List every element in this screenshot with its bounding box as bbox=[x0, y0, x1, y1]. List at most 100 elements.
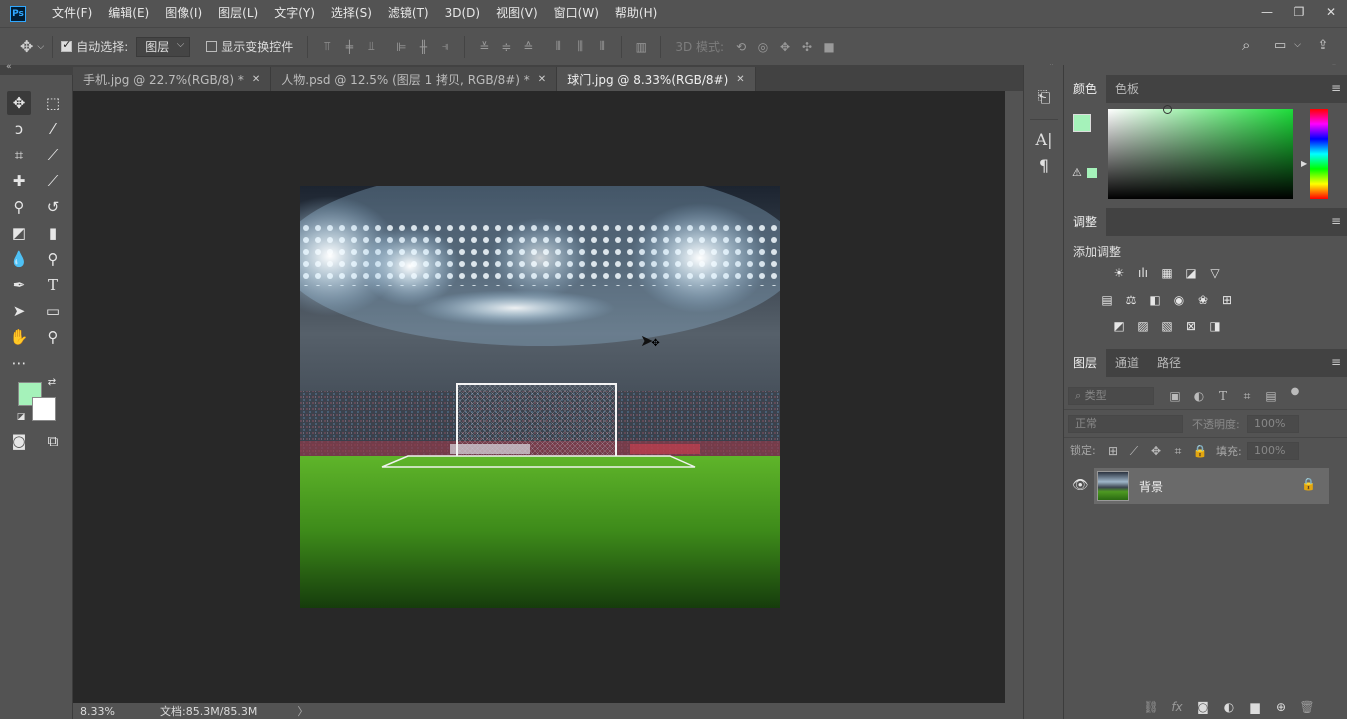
document-tab[interactable]: 手机.jpg @ 22.7%(RGB/8) * ✕ bbox=[73, 67, 272, 91]
tab-color[interactable]: 颜色 bbox=[1064, 75, 1107, 103]
screen-mode-icon[interactable]: ⧉ bbox=[41, 429, 65, 453]
dodge-tool-icon[interactable]: ⚲ bbox=[41, 247, 65, 271]
gradient-tool-icon[interactable]: ▮ bbox=[41, 221, 65, 245]
opacity-input[interactable]: 100% bbox=[1247, 415, 1299, 433]
add-mask-icon[interactable]: ◙ bbox=[1194, 699, 1212, 715]
layer-row[interactable]: 👁 背景 🔒 bbox=[1064, 468, 1347, 504]
filter-smart-object-icon[interactable]: ▤ bbox=[1262, 388, 1280, 404]
auto-select-checkbox[interactable] bbox=[61, 38, 73, 52]
menu-image[interactable]: 图像(I) bbox=[157, 0, 210, 27]
close-tab-icon[interactable]: ✕ bbox=[252, 74, 260, 85]
quick-mask-icon[interactable]: ◙ bbox=[7, 429, 31, 453]
filter-type-icon[interactable]: T bbox=[1214, 388, 1232, 404]
minimize-icon[interactable]: — bbox=[1251, 0, 1283, 24]
crop-tool-icon[interactable]: ⌗ bbox=[7, 143, 31, 167]
threshold-icon[interactable]: ▧ bbox=[1158, 318, 1176, 334]
lock-image-icon[interactable]: ⟋ bbox=[1125, 443, 1143, 459]
align-vcenter-icon[interactable]: ╪ bbox=[338, 37, 360, 57]
menu-3d[interactable]: 3D(D) bbox=[437, 0, 488, 27]
restore-icon[interactable]: ❐ bbox=[1283, 0, 1315, 24]
delete-layer-icon[interactable]: 🗑 bbox=[1298, 699, 1316, 715]
lock-all-icon[interactable]: 🔒 bbox=[1191, 443, 1209, 459]
hand-tool-icon[interactable]: ✋ bbox=[7, 325, 31, 349]
auto-select-target-dropdown[interactable]: 图层 bbox=[136, 36, 191, 57]
menu-edit[interactable]: 编辑(E) bbox=[100, 0, 157, 27]
color-lookup-icon[interactable]: ⊞ bbox=[1218, 292, 1236, 308]
pen-tool-icon[interactable]: ✒ bbox=[7, 273, 31, 297]
hue-slider[interactable] bbox=[1310, 109, 1328, 199]
levels-icon[interactable]: ılı bbox=[1134, 265, 1152, 281]
vibrance-icon[interactable]: ▽ bbox=[1206, 265, 1224, 281]
exposure-icon[interactable]: ◪ bbox=[1182, 265, 1200, 281]
menu-select[interactable]: 选择(S) bbox=[323, 0, 380, 27]
eraser-tool-icon[interactable]: ◩ bbox=[7, 221, 31, 245]
color-field[interactable] bbox=[1108, 109, 1293, 199]
layer-filter-dropdown[interactable]: ⌕ 类型 bbox=[1068, 387, 1154, 405]
tab-adjustments[interactable]: 调整 bbox=[1064, 208, 1107, 236]
tab-paths[interactable]: 路径 bbox=[1148, 349, 1190, 377]
lasso-tool-icon[interactable]: ↄ bbox=[7, 117, 31, 141]
magic-wand-tool-icon[interactable]: ⁄ bbox=[41, 117, 65, 141]
default-colors-icon[interactable]: ◪ bbox=[14, 410, 28, 424]
tab-channels[interactable]: 通道 bbox=[1106, 349, 1148, 377]
brush-tool-icon[interactable]: ⟋ bbox=[41, 169, 65, 193]
swap-colors-icon[interactable]: ⇄ bbox=[45, 375, 59, 389]
eye-icon[interactable]: 👁 bbox=[1072, 478, 1089, 493]
color-balance-icon[interactable]: ⚖ bbox=[1122, 292, 1140, 308]
blur-tool-icon[interactable]: 💧 bbox=[7, 247, 31, 271]
type-tool-icon[interactable]: T bbox=[41, 273, 65, 297]
paragraph-panel-icon[interactable]: ¶ bbox=[1032, 153, 1056, 177]
hue-saturation-icon[interactable]: ▤ bbox=[1098, 292, 1116, 308]
document-tab[interactable]: 人物.psd @ 12.5% (图层 1 拷贝, RGB/8#) * ✕ bbox=[271, 67, 558, 91]
path-selection-tool-icon[interactable]: ➤ bbox=[7, 299, 31, 323]
chevron-down-icon[interactable]: ⌵ bbox=[37, 42, 44, 52]
vertical-scrollbar[interactable] bbox=[1005, 91, 1023, 703]
document-tab-active[interactable]: 球门.jpg @ 8.33%(RGB/8#) ✕ bbox=[557, 67, 756, 91]
hue-slider-handle[interactable]: ▶ bbox=[1301, 159, 1307, 168]
search-icon[interactable]: ⌕ bbox=[1234, 36, 1258, 54]
chevron-down-icon[interactable]: ⌵ bbox=[1294, 40, 1301, 50]
history-panel-icon[interactable]: ⎗ bbox=[1032, 85, 1056, 109]
move-tool-icon[interactable]: ✥ bbox=[7, 91, 31, 115]
curves-icon[interactable]: ▦ bbox=[1158, 265, 1176, 281]
panel-menu-icon[interactable]: ≡ bbox=[1331, 214, 1341, 228]
channel-mixer-icon[interactable]: ❀ bbox=[1194, 292, 1212, 308]
menu-type[interactable]: 文字(Y) bbox=[266, 0, 323, 27]
new-layer-icon[interactable]: ⊕ bbox=[1272, 699, 1290, 715]
filter-toggle-icon[interactable]: ● bbox=[1286, 383, 1304, 399]
distribute-bottom-icon[interactable]: ≙ bbox=[517, 37, 539, 57]
status-menu-icon[interactable]: 〉 bbox=[297, 703, 308, 719]
lock-artboard-icon[interactable]: ⌗ bbox=[1169, 443, 1187, 459]
lock-position-icon[interactable]: ✥ bbox=[1147, 443, 1165, 459]
filter-adjustment-icon[interactable]: ◐ bbox=[1190, 388, 1208, 404]
clone-stamp-tool-icon[interactable]: ⚲ bbox=[7, 195, 31, 219]
gamut-swatch[interactable] bbox=[1087, 168, 1097, 178]
invert-icon[interactable]: ◩ bbox=[1110, 318, 1128, 334]
3d-video-icon[interactable]: ■ bbox=[818, 37, 840, 57]
show-transform-checkbox[interactable] bbox=[206, 41, 218, 52]
gamut-warning-icon[interactable]: ⚠ bbox=[1072, 166, 1082, 179]
layer-style-icon[interactable]: fx bbox=[1168, 699, 1186, 715]
color-picker-handle[interactable] bbox=[1163, 105, 1172, 114]
photo-filter-icon[interactable]: ◉ bbox=[1170, 292, 1188, 308]
rectangle-tool-icon[interactable]: ▭ bbox=[41, 299, 65, 323]
marquee-tool-icon[interactable]: ⬚ bbox=[41, 91, 65, 115]
distribute-top-icon[interactable]: ≚ bbox=[473, 37, 495, 57]
workspace-icon[interactable]: ▭ bbox=[1266, 38, 1294, 53]
collapse-left-icon[interactable]: « bbox=[6, 62, 12, 72]
align-left-icon[interactable]: ⊫ bbox=[390, 37, 412, 57]
gradient-map-icon[interactable]: ◨ bbox=[1206, 318, 1224, 334]
lock-transparent-icon[interactable]: ⊞ bbox=[1104, 443, 1122, 459]
canvas-area[interactable]: ➤✥ bbox=[73, 91, 1005, 703]
new-adjustment-layer-icon[interactable]: ◐ bbox=[1220, 699, 1238, 715]
fill-input[interactable]: 100% bbox=[1247, 442, 1299, 460]
selective-color-icon[interactable]: ⊠ bbox=[1182, 318, 1200, 334]
zoom-level[interactable]: 8.33% bbox=[80, 705, 160, 718]
distribute-vcenter-icon[interactable]: ≑ bbox=[495, 37, 517, 57]
brightness-contrast-icon[interactable]: ☀ bbox=[1110, 265, 1128, 281]
filter-pixel-icon[interactable]: ▣ bbox=[1166, 388, 1184, 404]
3d-roll-icon[interactable]: ◎ bbox=[752, 37, 774, 57]
posterize-icon[interactable]: ▨ bbox=[1134, 318, 1152, 334]
menu-file[interactable]: 文件(F) bbox=[44, 0, 100, 27]
panel-menu-icon[interactable]: ≡ bbox=[1331, 81, 1341, 95]
